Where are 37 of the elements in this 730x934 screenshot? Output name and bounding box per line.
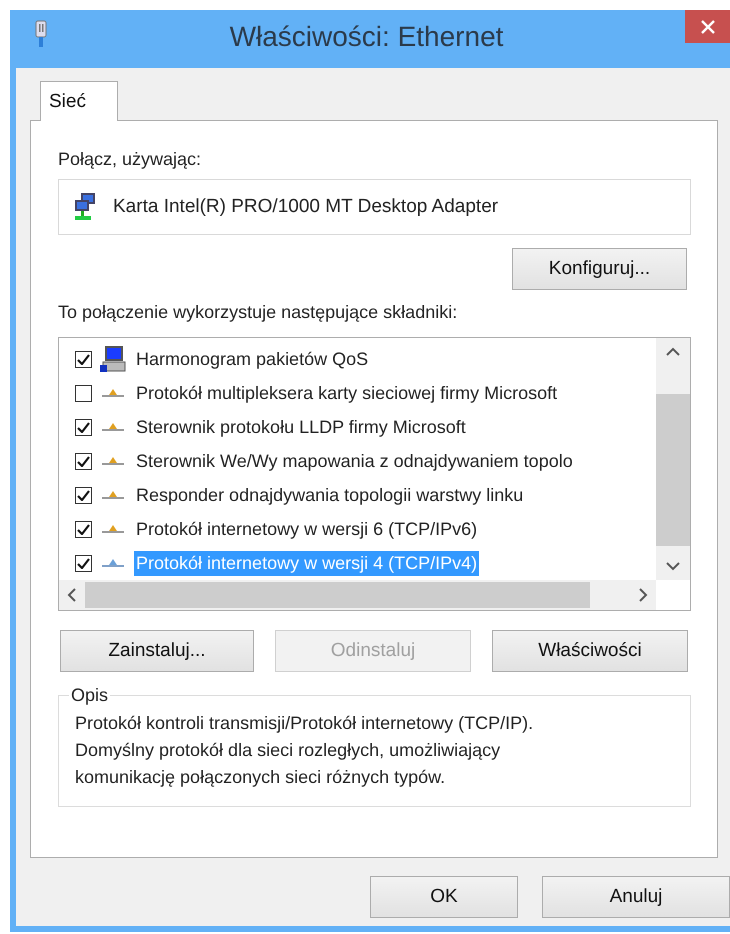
checkbox[interactable] [75, 554, 92, 572]
tab[interactable]: Sieć [40, 81, 118, 121]
close-icon [700, 18, 716, 34]
checkbox[interactable] [75, 520, 92, 538]
checkbox[interactable] [75, 418, 92, 436]
close-button[interactable] [685, 10, 730, 43]
checkbox[interactable] [75, 350, 92, 368]
connect-label: Połącz, używając: [58, 149, 202, 170]
horizontal-scrollbar[interactable] [59, 580, 656, 610]
component-item[interactable]: Responder odnajdywania topologii warstwy linku [134, 482, 526, 508]
checkbox[interactable] [75, 384, 92, 402]
protocol-icon [100, 455, 126, 467]
configure-button[interactable]: Konfiguruj... [512, 248, 687, 290]
action-button[interactable]: Zainstaluj... [60, 630, 254, 672]
protocol-icon [100, 523, 126, 535]
component-item[interactable]: Protokół internetowy w wersji 6 (TCP/IPv6) [134, 516, 480, 542]
description-text: Protokół kontroli transmisji/Protokół internetowy (TCP/IP). Domyślny protokół dla sieci rozległych, umożliwiający komunikację połączonych sieci różnych typów. [75, 712, 534, 789]
adapter-name: Karta Intel(R) PRO/1000 MT Desktop Adapter [113, 196, 498, 218]
dialog-button[interactable]: OK [370, 876, 518, 918]
vertical-scrollbar[interactable] [656, 338, 690, 580]
protocol-icon [100, 489, 126, 501]
component-item[interactable]: Harmonogram pakietów QoS [134, 346, 370, 372]
action-button[interactable]: Właściwości [492, 630, 688, 672]
components-label: To połączenie wykorzystuje następujące składniki: [58, 302, 458, 323]
protocol-icon [100, 557, 126, 569]
checkbox[interactable] [75, 452, 92, 470]
protocol-icon [100, 387, 126, 399]
dialog-button[interactable]: Anuluj [542, 876, 730, 918]
component-item[interactable]: Protokół multipleksera karty sieciowej firmy Microsoft [134, 380, 560, 406]
plug-icon [34, 20, 48, 48]
component-item[interactable]: Sterownik We/Wy mapowania z odnajdywaniem topolo [134, 448, 575, 474]
window-title: Właściwości: Ethernet [228, 21, 504, 53]
checkbox[interactable] [75, 486, 92, 504]
group-title: Opis [70, 685, 110, 706]
computer-icon [100, 345, 126, 373]
component-item[interactable]: Sterownik protokołu LLDP firmy Microsoft [134, 414, 468, 440]
protocol-icon [100, 421, 126, 433]
